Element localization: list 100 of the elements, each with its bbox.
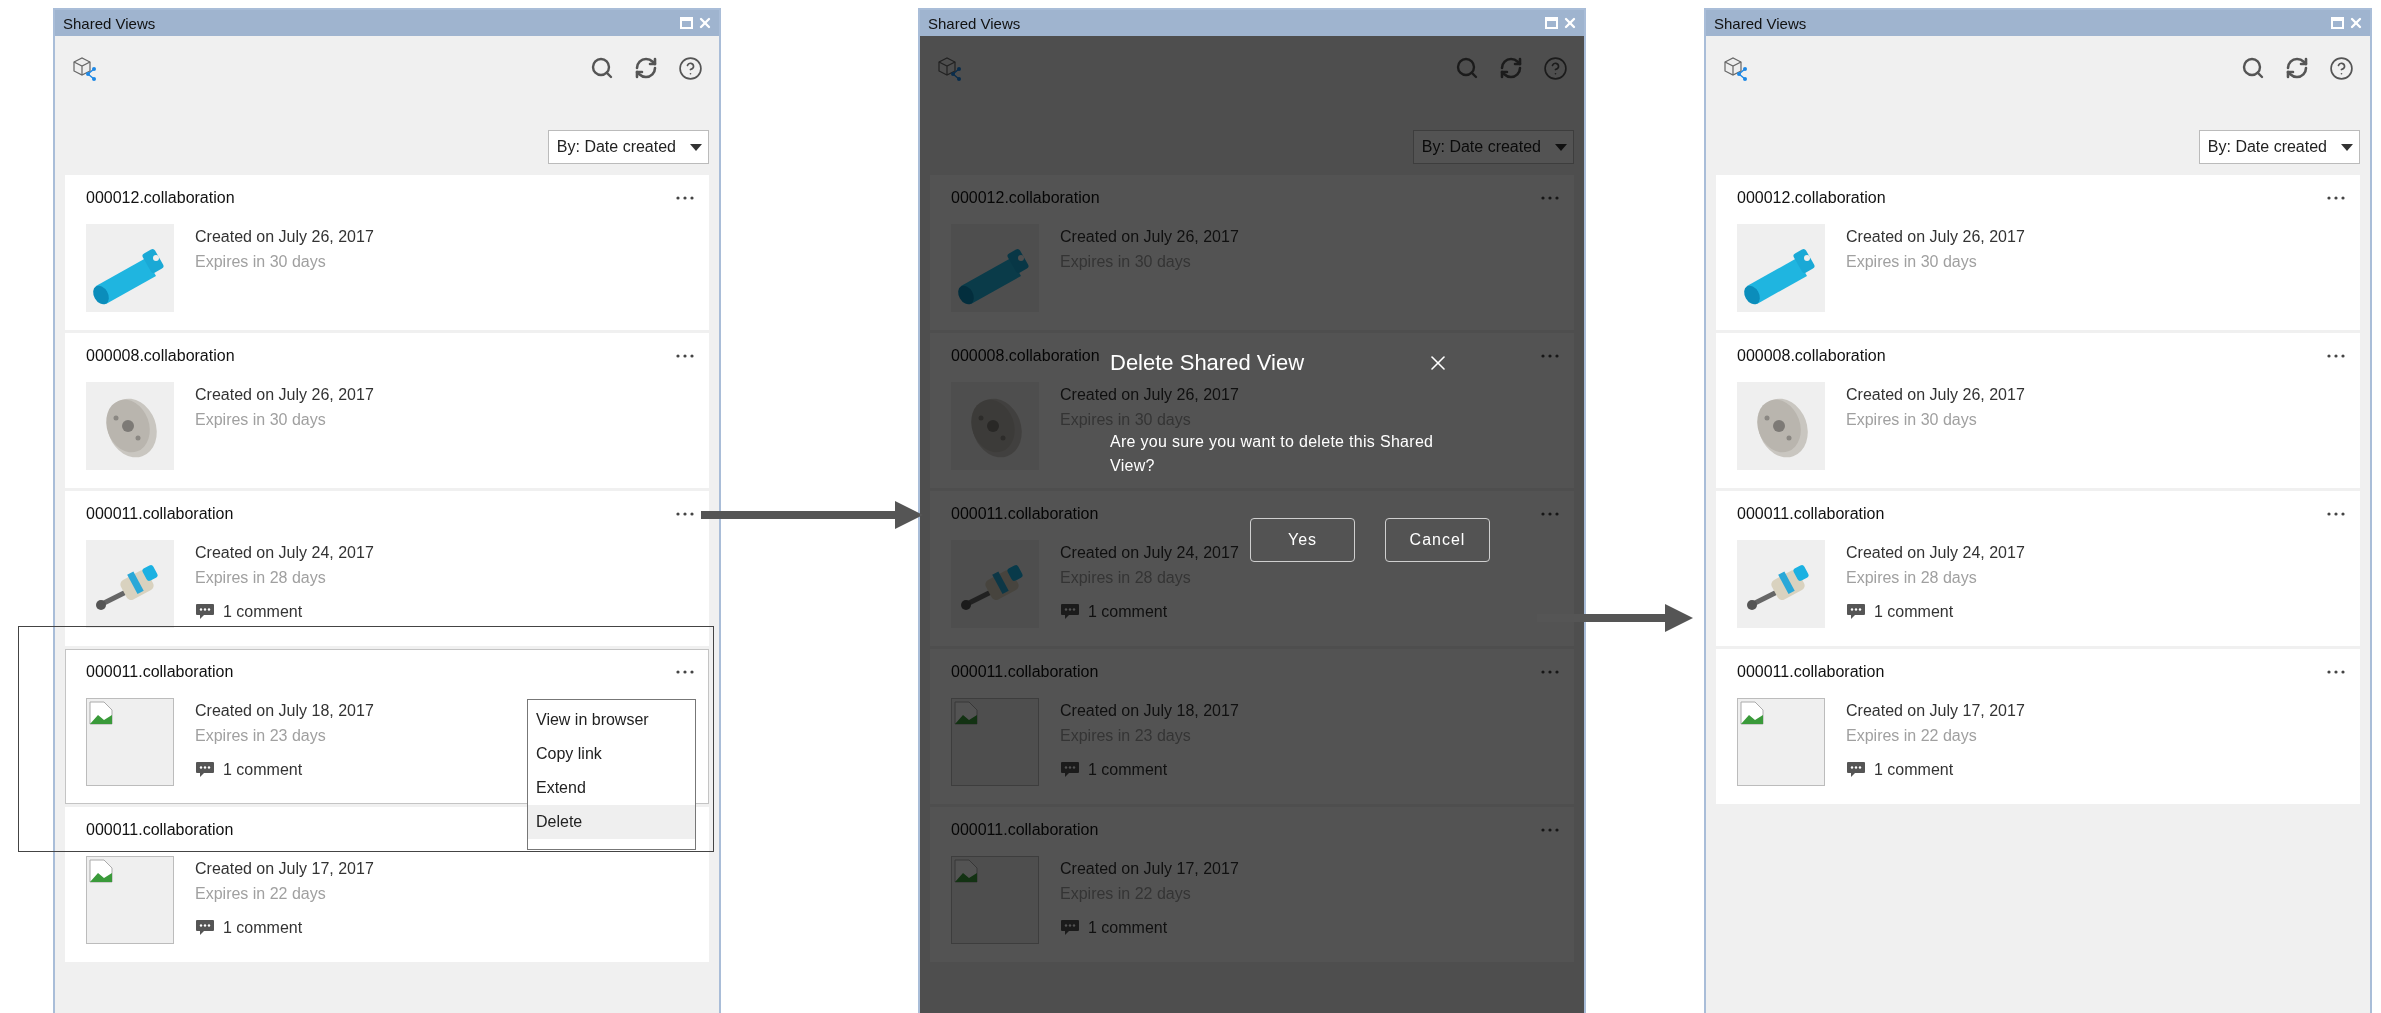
expiry-text: Expires in 28 days bbox=[195, 568, 327, 588]
share-icon[interactable] bbox=[1722, 55, 1748, 81]
refresh-button[interactable] bbox=[2285, 56, 2309, 80]
view-name: 000012.collaboration bbox=[951, 189, 1100, 207]
sort-dropdown[interactable]: By: Date created bbox=[547, 130, 709, 164]
more-icon bbox=[2327, 670, 2345, 674]
view-name: 000011.collaboration bbox=[86, 663, 234, 681]
help-icon bbox=[2329, 55, 2354, 81]
expiry-text: Expires in 22 days bbox=[1846, 726, 1978, 746]
maximize-icon bbox=[680, 17, 693, 29]
comment-icon bbox=[1060, 919, 1080, 937]
view-name: 000011.collaboration bbox=[951, 505, 1099, 523]
more-icon bbox=[1541, 828, 1559, 832]
view-name: 000012.collaboration bbox=[1737, 189, 1886, 207]
view-name: 000011.collaboration bbox=[86, 821, 234, 839]
refresh-icon bbox=[634, 56, 658, 80]
created-date: Created on July 26, 2017 bbox=[1846, 227, 2025, 247]
dialog-button[interactable]: Cancel bbox=[1385, 518, 1490, 562]
sort-dropdown[interactable]: By: Date created bbox=[2198, 130, 2360, 164]
expiry-text: Expires in 30 days bbox=[195, 252, 327, 272]
created-date: Created on July 18, 2017 bbox=[195, 701, 374, 721]
view-card[interactable]: 000011.collaboration Created on July 17, 2017 Expires in 22 days 1 comment bbox=[1716, 649, 2360, 804]
dialog-title: Delete Shared View bbox=[1110, 350, 1305, 376]
menu-item[interactable]: Delete bbox=[528, 805, 695, 839]
view-name: 000011.collaboration bbox=[1737, 663, 1885, 681]
more-icon bbox=[1541, 670, 1559, 674]
expiry-text: Expires in 30 days bbox=[1846, 410, 1978, 430]
search-icon bbox=[1455, 56, 1479, 80]
broken-image-icon bbox=[954, 859, 978, 883]
search-button[interactable] bbox=[2241, 56, 2265, 80]
view-name: 000008.collaboration bbox=[951, 347, 1100, 365]
expiry-text: Expires in 23 days bbox=[195, 726, 327, 746]
view-card[interactable]: 000008.collaboration Created on July 26, 2017 Expires in 30 days bbox=[1716, 333, 2360, 488]
maximize-icon bbox=[2331, 17, 2344, 29]
view-name: 000008.collaboration bbox=[1737, 347, 1886, 365]
more-button[interactable] bbox=[2327, 512, 2345, 516]
expiry-text: Expires in 30 days bbox=[1846, 252, 1978, 272]
more-button[interactable] bbox=[676, 196, 694, 200]
view-card[interactable]: 000008.collaboration Created on July 26, 2017 Expires in 30 days bbox=[65, 333, 709, 488]
more-button[interactable] bbox=[676, 354, 694, 358]
expiry-text: Expires in 28 days bbox=[1846, 568, 1978, 588]
broken-image-icon bbox=[954, 701, 978, 725]
close-icon bbox=[1562, 15, 1578, 31]
comment-count[interactable]: 1 comment bbox=[223, 761, 303, 779]
view-card[interactable]: 000012.collaboration Created on July 26, 2017 Expires in 30 days bbox=[1716, 175, 2360, 330]
more-button[interactable] bbox=[2327, 196, 2345, 200]
more-icon bbox=[2327, 512, 2345, 516]
broken-image-icon bbox=[89, 701, 113, 725]
help-button[interactable] bbox=[678, 55, 703, 81]
comment-count[interactable]: 1 comment bbox=[1874, 761, 1954, 779]
comment-count[interactable]: 1 comment bbox=[223, 603, 303, 621]
view-name: 000011.collaboration bbox=[1737, 505, 1885, 523]
panel-title: Shared Views bbox=[63, 14, 157, 32]
view-name: 000011.collaboration bbox=[951, 821, 1099, 839]
comment-count[interactable]: 1 comment bbox=[223, 919, 303, 937]
help-icon bbox=[1543, 55, 1568, 81]
caret-icon bbox=[2341, 143, 2353, 151]
created-date: Created on July 26, 2017 bbox=[195, 385, 374, 405]
expiry-text: Expires in 22 days bbox=[195, 884, 327, 904]
view-name: 000012.collaboration bbox=[86, 189, 235, 207]
comment-icon bbox=[1846, 761, 1866, 779]
more-button[interactable] bbox=[676, 512, 694, 516]
view-card[interactable]: 000012.collaboration Created on July 26, 2017 Expires in 30 days bbox=[65, 175, 709, 330]
created-date: Created on July 24, 2017 bbox=[1846, 543, 2025, 563]
maximize-button[interactable] bbox=[680, 17, 693, 29]
comment-icon bbox=[195, 603, 215, 621]
comment-icon bbox=[1060, 761, 1080, 779]
more-button[interactable] bbox=[2327, 670, 2345, 674]
panel-title: Shared Views bbox=[1714, 14, 1808, 32]
comment-icon bbox=[195, 761, 215, 779]
close-button[interactable] bbox=[2348, 15, 2364, 31]
view-name: 000011.collaboration bbox=[951, 663, 1099, 681]
more-icon bbox=[676, 512, 694, 516]
close-button[interactable] bbox=[1562, 15, 1578, 31]
search-icon bbox=[590, 56, 614, 80]
more-icon bbox=[1541, 354, 1559, 358]
view-card[interactable]: 000011.collaboration Created on July 24, 2017 Expires in 28 days 1 comment bbox=[65, 491, 709, 646]
view-name: 000008.collaboration bbox=[86, 347, 235, 365]
created-date: Created on July 18, 2017 bbox=[1060, 701, 1239, 721]
refresh-button[interactable] bbox=[634, 56, 658, 80]
comment-icon bbox=[1060, 603, 1080, 621]
help-icon bbox=[678, 55, 703, 81]
created-date: Created on July 26, 2017 bbox=[1060, 385, 1239, 405]
expiry-text: Expires in 30 days bbox=[195, 410, 327, 430]
close-button[interactable] bbox=[697, 15, 713, 31]
share-icon[interactable] bbox=[71, 55, 97, 81]
comment-count[interactable]: 1 comment bbox=[1874, 603, 1954, 621]
search-button[interactable] bbox=[590, 56, 614, 80]
view-card[interactable]: 000011.collaboration Created on July 24, 2017 Expires in 28 days 1 comment bbox=[1716, 491, 2360, 646]
caret-icon bbox=[1555, 143, 1567, 151]
more-button[interactable] bbox=[2327, 354, 2345, 358]
help-button[interactable] bbox=[2329, 55, 2354, 81]
maximize-button[interactable] bbox=[1545, 17, 1558, 29]
dialog-button[interactable]: Yes bbox=[1250, 518, 1355, 562]
maximize-button[interactable] bbox=[2331, 17, 2344, 29]
more-button[interactable] bbox=[676, 670, 694, 674]
created-date: Created on July 26, 2017 bbox=[1060, 227, 1239, 247]
broken-image-icon bbox=[89, 859, 113, 883]
more-icon bbox=[676, 670, 694, 674]
dialog-message: Are you sure you want to delete this Shared View? bbox=[1110, 432, 1435, 476]
